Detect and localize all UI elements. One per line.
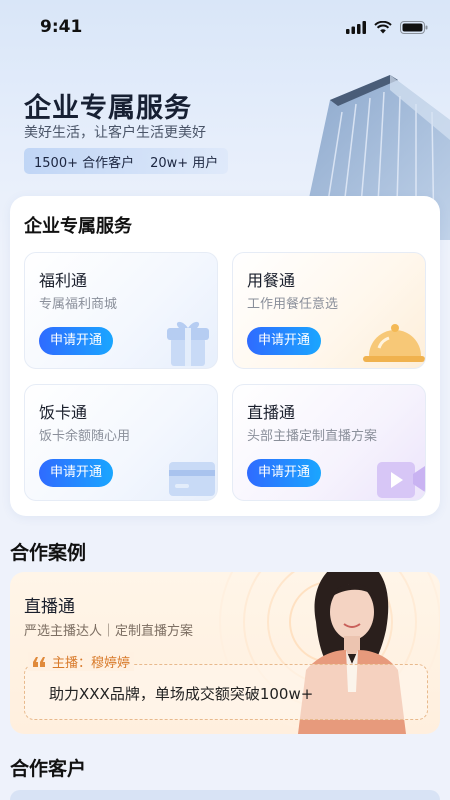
service-title: 饭卡通 [39, 403, 88, 422]
service-tile-yongcantong[interactable]: 用餐通 工作用餐任意选 申请开通 [232, 252, 426, 369]
service-desc: 专属福利商城 [39, 297, 118, 312]
apply-button[interactable]: 申请开通 [247, 459, 322, 487]
status-bar: 9:41 [0, 0, 450, 54]
case-quote: 助力XXX品牌，单场成交额突破100w+ [49, 685, 314, 703]
apply-button[interactable]: 申请开通 [39, 327, 114, 355]
apply-button[interactable]: 申请开通 [247, 327, 322, 355]
battery-icon [400, 20, 428, 34]
case-tags: 严选主播达人｜定制直播方案 [24, 624, 194, 639]
service-title: 福利通 [39, 271, 88, 290]
customers-list-top [10, 790, 440, 800]
customers-heading: 合作客户 [10, 758, 87, 780]
host-label: 主播：穆婷婷 [28, 652, 135, 671]
service-desc: 头部主播定制直播方案 [247, 429, 378, 444]
status-time: 9:41 [40, 17, 83, 37]
signal-icon [346, 20, 366, 34]
stat-users: 20w+ 用户 [150, 155, 219, 171]
hero-stats: 1500+ 合作客户 20w+ 用户 [24, 148, 229, 174]
host-name: 主播：穆婷婷 [52, 656, 131, 671]
service-desc: 工作用餐任意选 [247, 297, 339, 312]
service-tile-zhibotong[interactable]: 直播通 头部主播定制直播方案 申请开通 [232, 384, 426, 501]
apply-button[interactable]: 申请开通 [39, 459, 114, 487]
quote-mark-icon [33, 656, 45, 667]
service-tile-fulitong[interactable]: 福利通 专属福利商城 申请开通 [24, 252, 218, 369]
cases-heading: 合作案例 [10, 542, 87, 564]
case-card[interactable]: 直播通 严选主播达人｜定制直播方案 助力XXX品牌，单场成交额突破100w+ 主… [10, 572, 440, 734]
quote-box: 助力XXX品牌，单场成交额突破100w+ [24, 664, 428, 720]
video-icon [377, 462, 425, 498]
card-icon [169, 462, 215, 496]
stat-customers: 1500+ 合作客户 [34, 155, 135, 171]
wifi-icon [374, 20, 392, 33]
hero-subtitle: 美好生活，让客户生活更美好 [24, 125, 206, 141]
service-desc: 饭卡余额随心用 [39, 429, 131, 444]
services-heading: 企业专属服务 [24, 216, 132, 237]
hero-title: 企业专属服务 [24, 93, 192, 124]
service-card: 企业专属服务 福利通 专属福利商城 申请开通 用餐通 工作用餐任意选 申请开通 … [10, 196, 440, 516]
service-title: 用餐通 [247, 271, 296, 290]
case-title: 直播通 [24, 597, 75, 617]
food-cloche-icon [363, 324, 425, 362]
service-tile-fankatong[interactable]: 饭卡通 饭卡余额随心用 申请开通 [24, 384, 218, 501]
service-title: 直播通 [247, 403, 296, 422]
gift-icon [167, 321, 209, 366]
